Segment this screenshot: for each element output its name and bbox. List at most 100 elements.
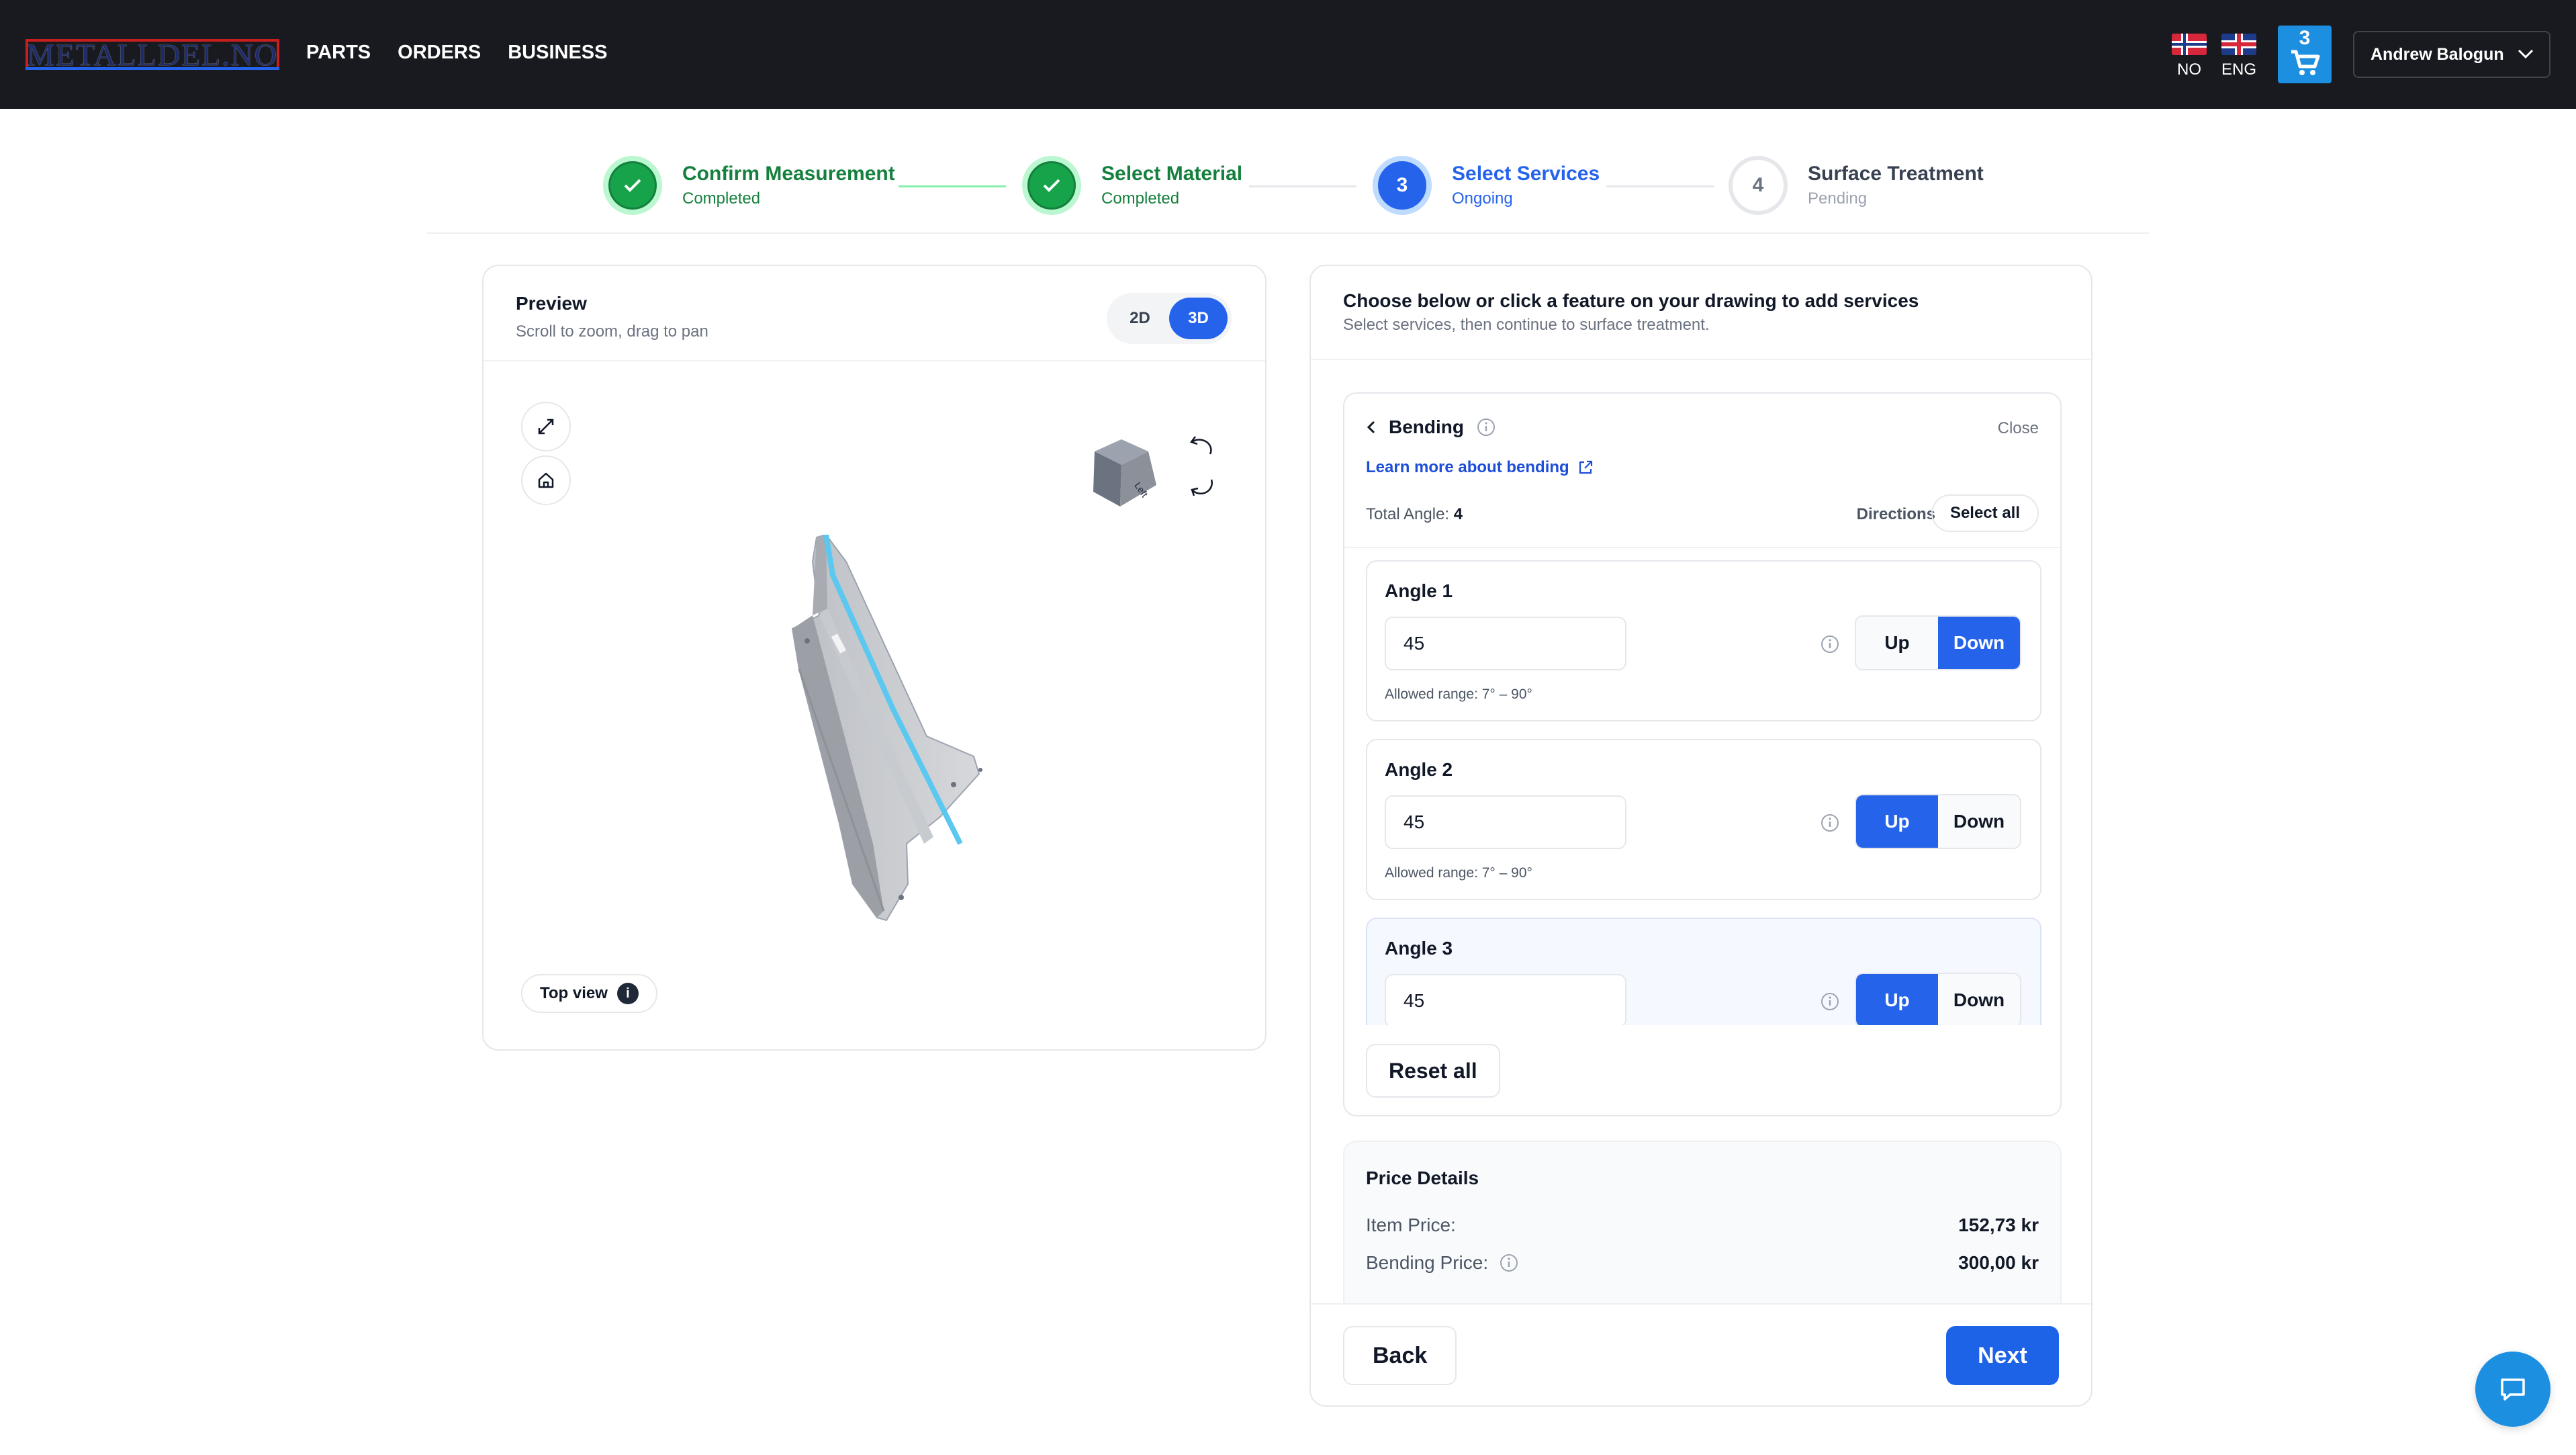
external-link-icon xyxy=(1579,460,1592,474)
uk-flag-icon xyxy=(2221,34,2256,55)
allowed-range: Allowed range: 7° – 90° xyxy=(1385,865,1532,881)
user-name: Andrew Balogun xyxy=(2371,44,2504,64)
direction-up-button[interactable]: Up xyxy=(1856,974,1938,1025)
step-status: Completed xyxy=(1101,189,1180,208)
chat-icon xyxy=(2501,1378,2525,1401)
bending-title: Bending xyxy=(1389,416,1464,437)
expand-icon xyxy=(538,418,554,435)
main-nav: PARTS ORDERS BUSINESS xyxy=(306,42,607,64)
nav-business[interactable]: BUSINESS xyxy=(508,42,607,64)
info-icon[interactable]: i xyxy=(616,983,639,1004)
angle-card-3: Angle 3 45 Up Down xyxy=(1366,918,2041,1025)
cart-icon xyxy=(2291,50,2320,75)
logo[interactable]: METALLDEL.NO xyxy=(26,38,279,72)
angle-label: Angle 3 xyxy=(1385,938,1453,959)
language-eng-label: ENG xyxy=(2221,60,2256,79)
step-status: Pending xyxy=(1808,189,1868,208)
angle-card-1: Angle 1 45 Allowed range: 7° – 90° Up Do… xyxy=(1366,560,2041,721)
total-angle-label: Total Angle: xyxy=(1366,505,1450,523)
toggle-3d[interactable]: 3D xyxy=(1169,298,1228,339)
price-details: Price Details Item Price: 152,73 kr Bend… xyxy=(1343,1141,2062,1315)
step-select-services[interactable]: 3 Select Services Ongoing xyxy=(1373,156,1600,215)
direction-down-button[interactable]: Down xyxy=(1938,974,2020,1025)
direction-toggle: Up Down xyxy=(1855,973,2021,1025)
step-title: Select Material xyxy=(1101,163,1243,185)
direction-toggle: Up Down xyxy=(1855,794,2021,849)
chat-button[interactable] xyxy=(2475,1352,2550,1427)
top-navbar: METALLDEL.NO PARTS ORDERS BUSINESS NO EN… xyxy=(0,0,2576,109)
rotate-right-icon[interactable] xyxy=(1187,472,1217,501)
angle-1-input[interactable]: 45 xyxy=(1385,617,1626,670)
angle-2-input[interactable]: 45 xyxy=(1385,795,1626,849)
bending-header: Bending xyxy=(1366,416,1496,438)
step-connector xyxy=(899,185,1006,187)
step-confirm-measurement[interactable]: Confirm Measurement Completed xyxy=(603,156,895,215)
learn-more-link[interactable]: Learn more about bending xyxy=(1366,458,1594,477)
norway-flag-icon xyxy=(2172,34,2207,55)
toggle-2d[interactable]: 2D xyxy=(1111,298,1169,339)
angles-list[interactable]: Angle 1 45 Allowed range: 7° – 90° Up Do… xyxy=(1366,560,2041,1025)
preview-card: Preview Scroll to zoom, drag to pan 2D 3… xyxy=(482,265,1267,1051)
info-icon[interactable] xyxy=(1820,813,1840,833)
step-status: Completed xyxy=(682,189,761,208)
step-title: Surface Treatment xyxy=(1808,163,1984,185)
bending-panel: Bending Close Learn more about bending T… xyxy=(1343,392,2062,1116)
cart-button[interactable]: 3 xyxy=(2278,26,2332,83)
step-number: 3 xyxy=(1373,156,1432,215)
direction-down-button[interactable]: Down xyxy=(1938,617,2020,669)
angle-3-input[interactable]: 45 xyxy=(1385,974,1626,1025)
top-view-label: Top view xyxy=(540,984,608,1002)
step-title: Confirm Measurement xyxy=(682,163,895,185)
bending-price-label: Bending Price: xyxy=(1366,1252,1489,1273)
services-card: Choose below or click a feature on your … xyxy=(1309,265,2092,1407)
home-view-button[interactable] xyxy=(521,455,571,505)
allowed-range: Allowed range: 7° – 90° xyxy=(1385,687,1532,702)
chevron-down-icon xyxy=(2518,49,2534,59)
bending-price-row: Bending Price: 300,00 kr xyxy=(1366,1252,2039,1274)
nav-orders[interactable]: ORDERS xyxy=(398,42,481,64)
direction-up-button[interactable]: Up xyxy=(1856,795,1938,848)
home-icon xyxy=(538,472,554,488)
directions-label: Directions xyxy=(1856,505,1935,523)
user-menu[interactable]: Andrew Balogun xyxy=(2353,31,2550,78)
language-eng[interactable]: ENG xyxy=(2219,34,2259,79)
direction-down-button[interactable]: Down xyxy=(1938,795,2020,848)
total-angle: Total Angle: 4 xyxy=(1366,505,1463,524)
close-bending-button[interactable]: Close xyxy=(1998,419,2039,438)
services-title: Choose below or click a feature on your … xyxy=(1343,290,1919,311)
step-title: Select Services xyxy=(1452,163,1600,185)
step-select-material[interactable]: Select Material Completed xyxy=(1022,156,1242,215)
bending-price-value: 300,00 kr xyxy=(1958,1252,2039,1273)
part-3d-model[interactable] xyxy=(752,535,1021,951)
select-all-button[interactable]: Select all xyxy=(1931,494,2039,532)
direction-up-button[interactable]: Up xyxy=(1856,617,1938,669)
direction-toggle: Up Down xyxy=(1855,615,2021,670)
angle-label: Angle 1 xyxy=(1385,580,1453,601)
info-icon[interactable] xyxy=(1820,634,1840,654)
fullscreen-button[interactable] xyxy=(521,402,571,451)
next-button[interactable]: Next xyxy=(1946,1326,2059,1385)
cart-count-badge: 3 xyxy=(2299,27,2311,49)
info-icon[interactable] xyxy=(1820,991,1840,1012)
nav-parts[interactable]: PARTS xyxy=(306,42,371,64)
total-angle-value: 4 xyxy=(1453,505,1463,523)
angle-label: Angle 2 xyxy=(1385,759,1453,780)
top-view-button[interactable]: Top view i xyxy=(521,974,657,1013)
language-no[interactable]: NO xyxy=(2169,34,2209,79)
price-title: Price Details xyxy=(1366,1167,1479,1188)
chevron-left-icon[interactable] xyxy=(1366,419,1377,435)
step-number: 4 xyxy=(1729,156,1788,215)
learn-more-label: Learn more about bending xyxy=(1366,458,1569,476)
step-status: Ongoing xyxy=(1452,189,1513,208)
item-price-row: Item Price: 152,73 kr xyxy=(1366,1215,2039,1236)
angle-card-2: Angle 2 45 Allowed range: 7° – 90° Up Do… xyxy=(1366,739,2041,900)
info-icon[interactable] xyxy=(1476,417,1496,437)
back-button[interactable]: Back xyxy=(1343,1326,1457,1385)
view-cube[interactable]: Left xyxy=(1081,425,1175,519)
services-footer: Back Next xyxy=(1311,1303,2091,1405)
info-icon[interactable] xyxy=(1499,1253,1519,1273)
reset-all-button[interactable]: Reset all xyxy=(1366,1044,1500,1098)
check-icon xyxy=(603,156,662,215)
step-surface-treatment[interactable]: 4 Surface Treatment Pending xyxy=(1729,156,1984,215)
rotate-left-icon[interactable] xyxy=(1187,430,1217,459)
